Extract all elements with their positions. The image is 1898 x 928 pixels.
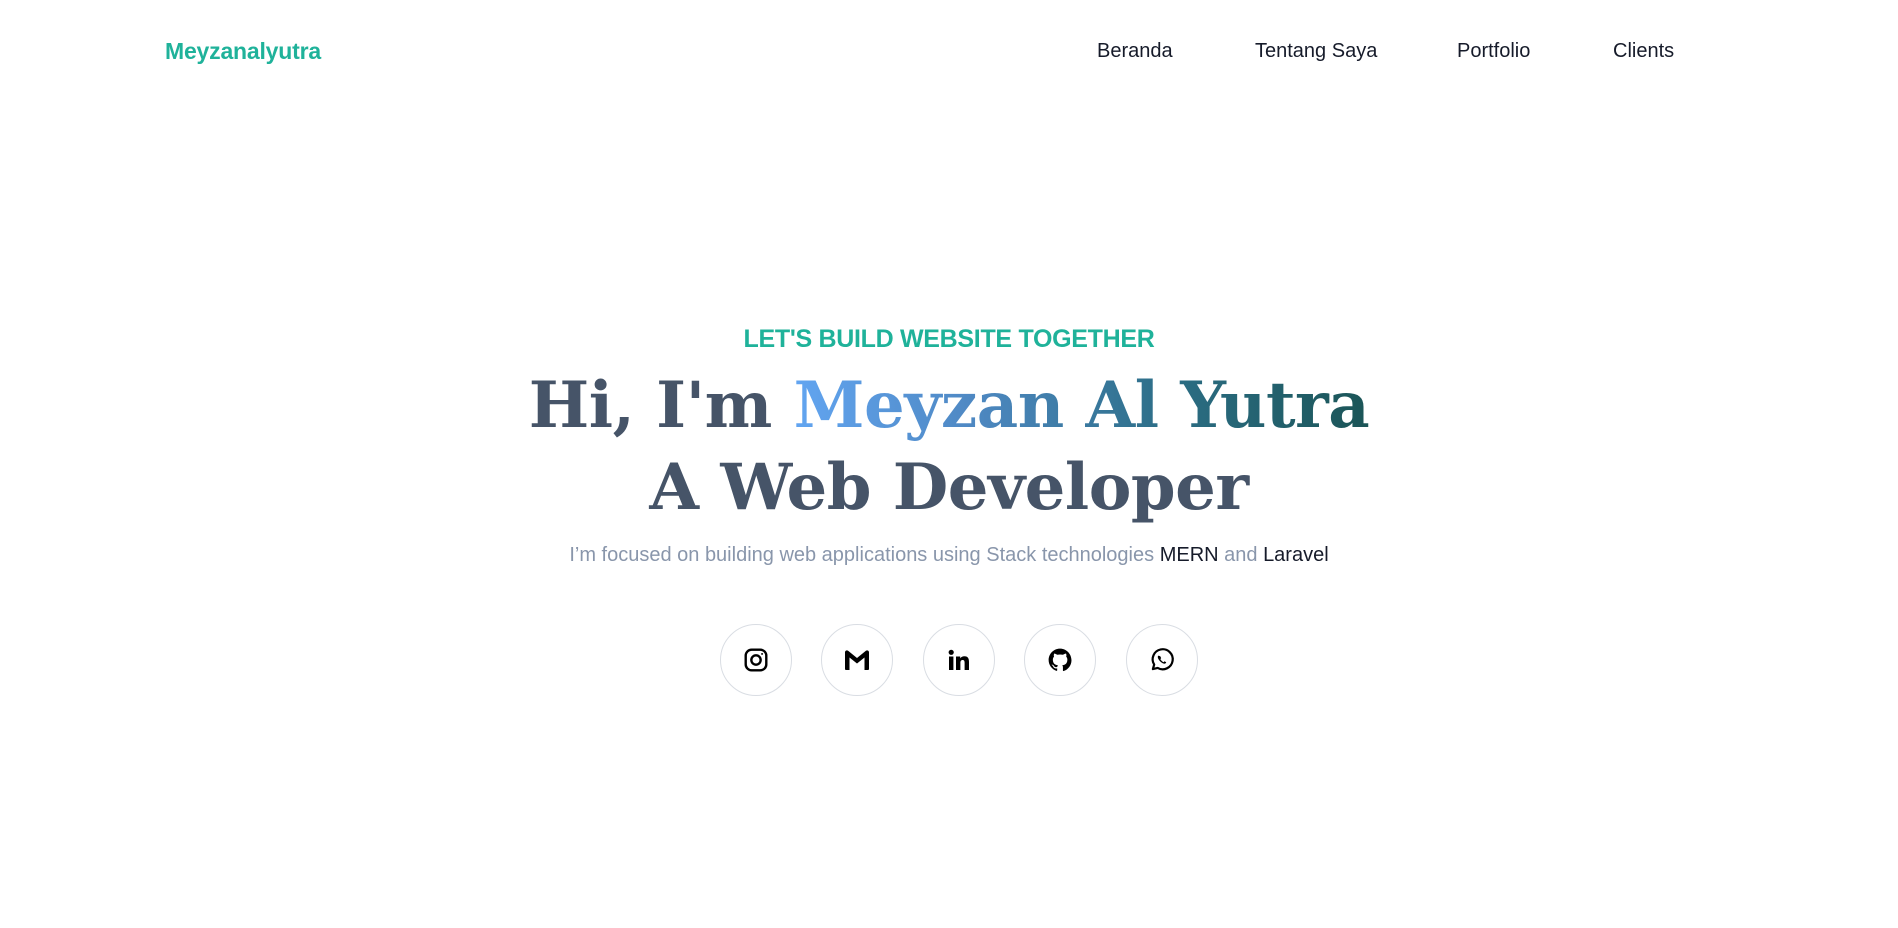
hero-tagline: I’m focused on building web applications… [0, 541, 1898, 569]
linkedin-button[interactable] [923, 624, 995, 696]
whatsapp-icon [1148, 646, 1176, 674]
tagline-join: and [1218, 544, 1264, 566]
instagram-button[interactable] [720, 624, 792, 696]
github-button[interactable] [1024, 624, 1096, 696]
instagram-icon [743, 647, 769, 673]
tech-mern: MERN [1159, 544, 1219, 566]
tagline-text: I’m focused on building web applications… [569, 544, 1160, 566]
hero-greeting: Hi, I'm [528, 368, 794, 443]
social-links [720, 624, 1198, 696]
gmail-icon [843, 648, 871, 672]
hero-section: LET'S BUILD WEBSITE TOGETHER Hi, I'm Mey… [0, 0, 1898, 928]
gmail-button[interactable] [821, 624, 893, 696]
tech-laravel: Laravel [1263, 544, 1329, 566]
linkedin-icon [947, 648, 971, 672]
whatsapp-button[interactable] [1126, 624, 1198, 696]
hero-name: Meyzan Al Yutra [793, 368, 1370, 443]
hero-role: A Web Developer [649, 450, 1249, 525]
hero-eyebrow: LET'S BUILD WEBSITE TOGETHER [743, 325, 1155, 353]
hero-headline: Hi, I'm Meyzan Al Yutra [0, 366, 1898, 446]
github-icon [1047, 647, 1073, 673]
